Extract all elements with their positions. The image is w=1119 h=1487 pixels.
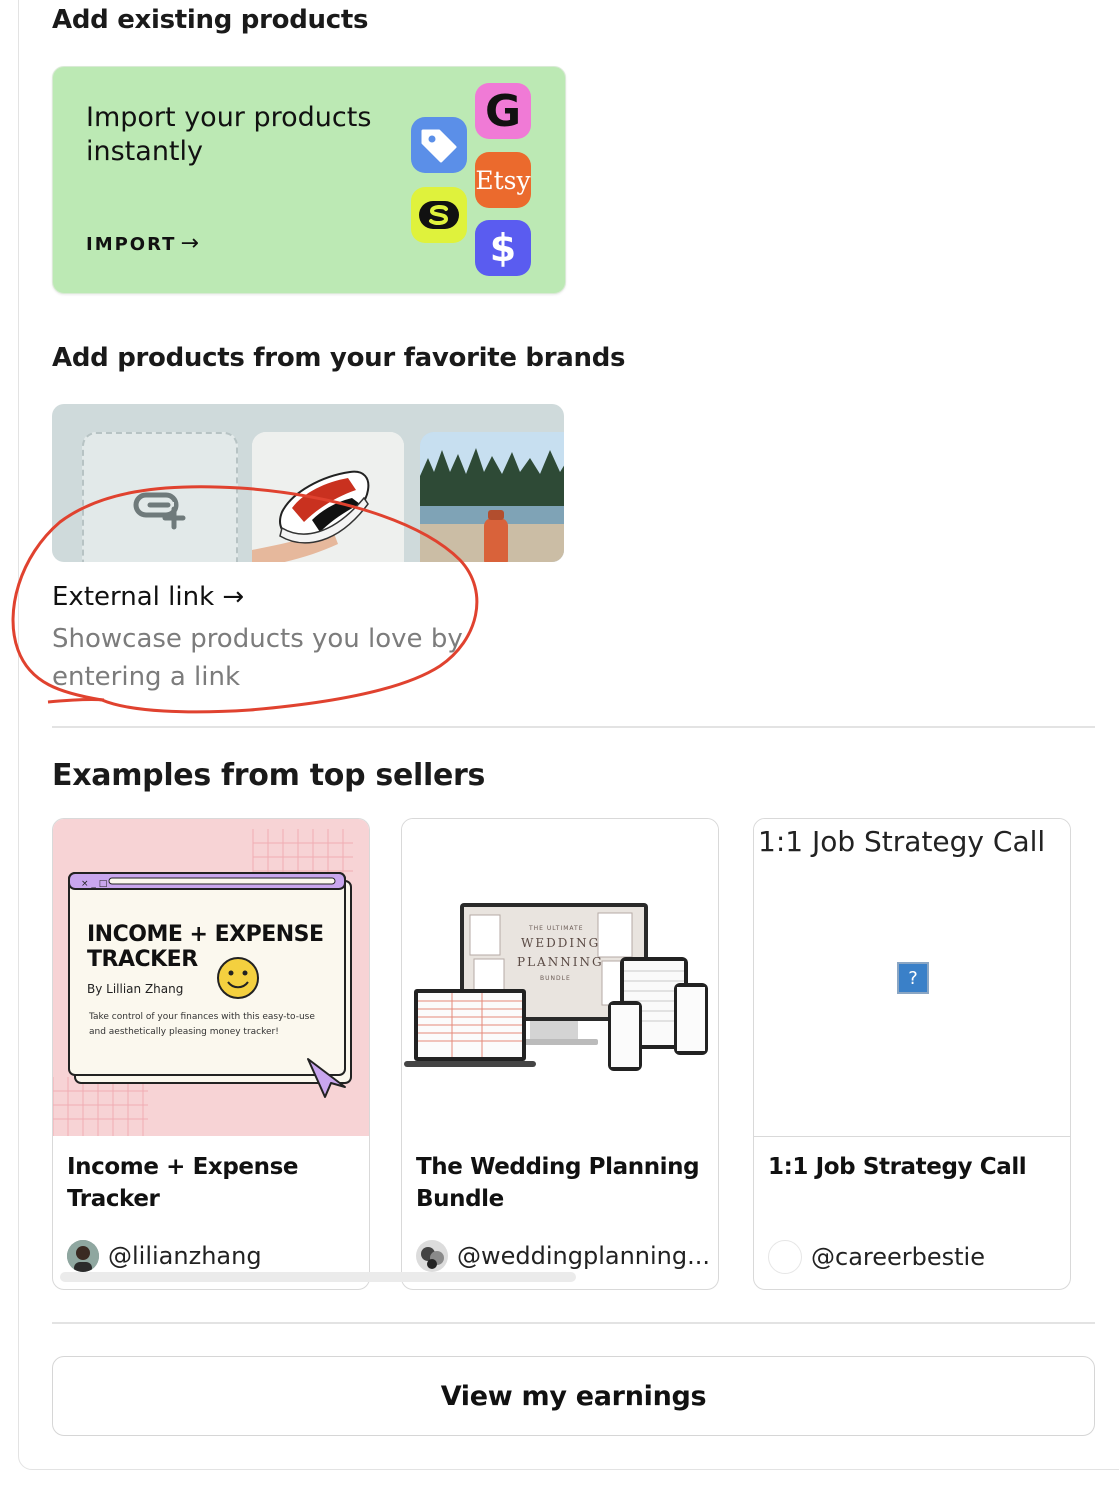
- thumb-byline: By Lillian Zhang: [87, 982, 184, 996]
- section-heading-brands: Add products from your favorite brands: [52, 343, 626, 373]
- example-card-wedding-bundle[interactable]: THE ULTIMATE WEDDING PLANNING BUNDLE The…: [401, 818, 719, 1290]
- image-alt-text: 1:1 Job Strategy Call: [758, 825, 1046, 858]
- etsy-logo-icon: Etsy: [475, 152, 531, 208]
- example-title[interactable]: Income + Expense Tracker: [67, 1151, 357, 1215]
- avatar: [416, 1240, 448, 1272]
- import-link-label: IMPORT: [86, 234, 177, 255]
- section-heading-existing: Add existing products: [52, 5, 369, 35]
- red-circle-annotation: [11, 485, 479, 714]
- arrow-right-icon: →: [180, 231, 199, 256]
- window-controls: × _ □: [81, 879, 108, 889]
- g-logo-icon: G: [475, 83, 531, 139]
- dollar-icon: $: [475, 220, 531, 276]
- thumb-blurb: Take control of your finances with this …: [89, 1012, 315, 1037]
- seller-handle[interactable]: @lilianzhang: [67, 1240, 262, 1272]
- horizontal-scrollbar[interactable]: [60, 1272, 576, 1282]
- section-divider: [52, 1322, 1095, 1324]
- wedding-bundle-thumbnail: THE ULTIMATE WEDDING PLANNING BUNDLE: [402, 819, 718, 1136]
- example-card-income-tracker[interactable]: × _ □ INCOME + EXPENSE TRACKER By Lillia…: [52, 818, 370, 1290]
- thumb-heading: INCOME + EXPENSE TRACKER: [87, 922, 324, 972]
- seller-handle[interactable]: @weddingplanning...: [416, 1240, 710, 1272]
- thumb-text: PLANNING: [517, 955, 604, 969]
- thumb-text: THE ULTIMATE: [529, 925, 584, 932]
- example-title[interactable]: The Wedding Planning Bundle: [416, 1151, 706, 1215]
- avatar: [67, 1240, 99, 1272]
- price-tag-icon: [411, 117, 467, 173]
- example-card-job-strategy[interactable]: 1:1 Job Strategy Call ? 1:1 Job Strategy…: [753, 818, 1071, 1290]
- import-link[interactable]: IMPORT →: [86, 231, 199, 256]
- view-earnings-button[interactable]: View my earnings: [52, 1356, 1095, 1436]
- thumb-text: BUNDLE: [540, 975, 571, 982]
- broken-image-icon: ?: [897, 962, 929, 994]
- example-title[interactable]: 1:1 Job Strategy Call: [768, 1151, 1058, 1183]
- avatar: [768, 1240, 802, 1274]
- job-strategy-thumbnail: 1:1 Job Strategy Call ?: [754, 819, 1070, 1137]
- section-divider: [52, 726, 1095, 728]
- thumb-text: WEDDING: [521, 936, 601, 950]
- s-logo-icon: [411, 187, 467, 243]
- income-tracker-thumbnail: × _ □ INCOME + EXPENSE TRACKER By Lillia…: [53, 819, 369, 1136]
- seller-handle[interactable]: @careerbestie: [768, 1240, 985, 1274]
- import-products-card[interactable]: Import your products instantly IMPORT → G…: [52, 66, 566, 294]
- section-heading-examples: Examples from top sellers: [52, 758, 486, 793]
- import-card-title: Import your products instantly: [86, 102, 372, 167]
